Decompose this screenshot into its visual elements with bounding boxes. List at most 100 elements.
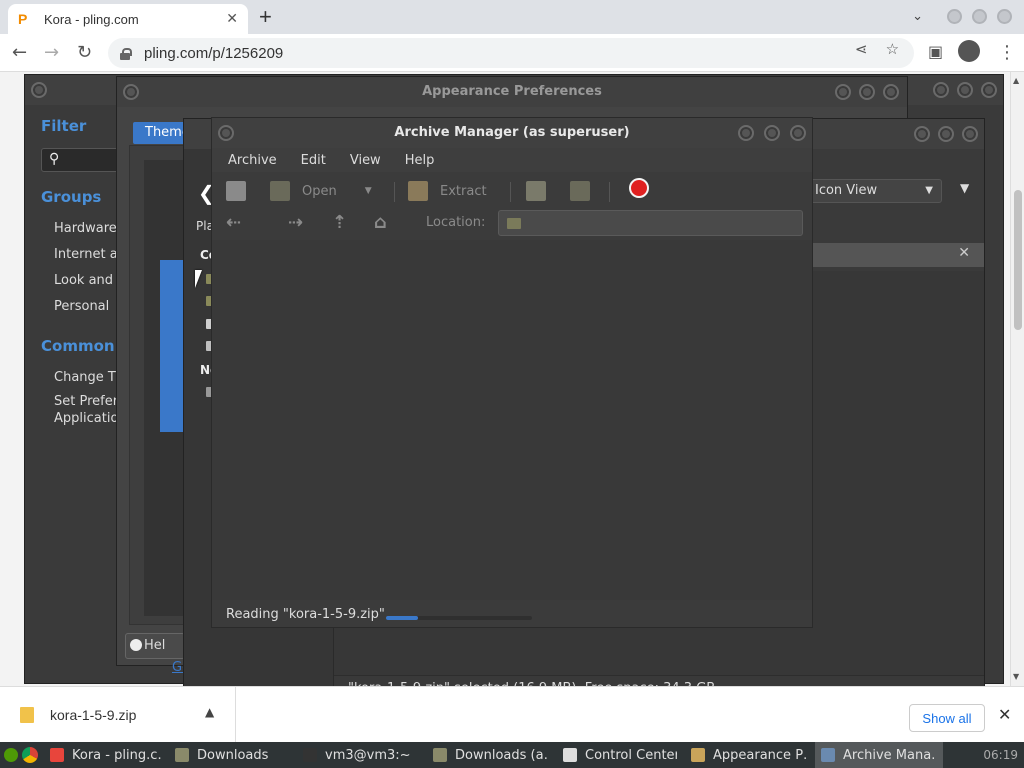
chrome-launcher-icon[interactable] xyxy=(22,747,38,763)
add-folder-icon xyxy=(570,181,590,201)
open-button[interactable]: Open ▼ xyxy=(270,180,372,202)
minimize-button[interactable] xyxy=(738,125,754,141)
back-arrow-icon[interactable]: ← xyxy=(12,42,27,63)
download-item[interactable]: kora-1-5-9.zip ▲ xyxy=(0,687,236,743)
browser-tab-strip: P Kora - pling.com ✕ + ⌄ xyxy=(0,0,1024,34)
reload-icon[interactable]: ↻ xyxy=(77,42,92,63)
progress-fill xyxy=(386,616,419,620)
view-mode-label: Icon View xyxy=(815,183,878,198)
lock-icon[interactable] xyxy=(120,47,132,60)
maximize-button[interactable] xyxy=(957,82,973,98)
taskbar-item[interactable]: Archive Mana… xyxy=(815,742,943,768)
close-button[interactable] xyxy=(883,84,899,100)
profile-icon[interactable] xyxy=(958,40,980,62)
chrome-icon xyxy=(50,748,64,762)
help-button[interactable]: Hel xyxy=(125,633,185,659)
scrollbar-thumb[interactable] xyxy=(1014,190,1022,330)
forward-icon[interactable]: ⇢ xyxy=(288,212,303,233)
taskbar-item-label: vm3@vm3:~ xyxy=(325,747,411,763)
menu-icon[interactable] xyxy=(4,748,18,762)
menu-archive[interactable]: Archive xyxy=(228,153,277,168)
reading-progress-bar xyxy=(386,616,532,620)
archive-manager-window: Archive Manager (as superuser) Archive E… xyxy=(211,117,813,628)
window-menu-button[interactable] xyxy=(123,84,139,100)
group-internet[interactable]: Internet ar xyxy=(54,247,123,262)
back-icon[interactable]: ⇠ xyxy=(226,212,241,233)
new-tab-button[interactable]: + xyxy=(259,6,272,28)
group-personal[interactable]: Personal xyxy=(54,299,109,314)
stop-icon[interactable] xyxy=(629,178,649,198)
close-window-button[interactable] xyxy=(997,9,1012,24)
menu-help[interactable]: Help xyxy=(405,153,435,168)
star-icon[interactable]: ☆ xyxy=(886,40,899,58)
browser-toolbar: ← → ↻ pling.com/p/1256209 ⋖ ☆ ▣ ⋮ xyxy=(0,34,1024,72)
search-bar[interactable]: ✕ xyxy=(812,243,984,267)
taskbar-item[interactable]: Downloads xyxy=(169,742,297,768)
window-menu-button[interactable] xyxy=(31,82,47,98)
taskbar-item[interactable]: Kora - pling.c… xyxy=(44,742,169,768)
group-hardware[interactable]: Hardware xyxy=(54,221,117,236)
terminal-icon xyxy=(303,748,317,762)
add-folder-button[interactable] xyxy=(570,180,602,202)
extract-button[interactable]: Extract xyxy=(408,180,487,202)
scroll-down-icon[interactable]: ▼ xyxy=(1013,672,1019,681)
archive-manager-title: Archive Manager (as superuser) xyxy=(394,125,630,140)
close-button[interactable] xyxy=(981,82,997,98)
taskbar-item[interactable]: Control Center xyxy=(557,742,685,768)
close-button[interactable] xyxy=(790,125,806,141)
taskbar-item-label: Appearance P… xyxy=(713,747,807,763)
address-bar[interactable]: pling.com/p/1256209 xyxy=(108,38,914,68)
menu-edit[interactable]: Edit xyxy=(301,153,326,168)
taskbar-item[interactable]: vm3@vm3:~ xyxy=(297,742,427,768)
sidepanel-icon[interactable]: ▣ xyxy=(928,42,943,61)
archive-file-list[interactable] xyxy=(212,240,812,600)
common-set-preferred[interactable]: Set Preferr xyxy=(54,394,123,409)
home-icon[interactable]: ⌂ xyxy=(374,212,387,233)
clock: 06:19 xyxy=(983,748,1018,762)
maximize-button[interactable] xyxy=(859,84,875,100)
maximize-button[interactable] xyxy=(972,9,987,24)
maximize-button[interactable] xyxy=(938,126,954,142)
tab-search-chevron-icon[interactable]: ⌄ xyxy=(912,9,923,24)
window-menu-button[interactable] xyxy=(218,125,234,141)
location-input[interactable] xyxy=(498,210,803,236)
chevron-down-icon[interactable]: ▼ xyxy=(365,186,372,196)
chevron-up-icon[interactable]: ▲ xyxy=(205,705,214,719)
filter-heading: Filter xyxy=(41,117,87,135)
kebab-menu-icon[interactable]: ⋮ xyxy=(998,42,1016,63)
menu-arrow-icon[interactable]: ▼ xyxy=(960,181,969,195)
maximize-button[interactable] xyxy=(764,125,780,141)
add-files-button[interactable] xyxy=(526,180,558,202)
new-archive-button[interactable] xyxy=(226,180,258,202)
show-all-button[interactable]: Show all xyxy=(909,704,985,732)
taskbar-item[interactable]: Appearance P… xyxy=(685,742,815,768)
forward-arrow-icon[interactable]: → xyxy=(44,42,59,63)
add-files-icon xyxy=(526,181,546,201)
scroll-up-icon[interactable]: ▲ xyxy=(1013,76,1019,85)
task-list: Kora - pling.c… Downloads vm3@vm3:~ Downloa… xyxy=(44,742,943,768)
appearance-icon xyxy=(691,748,705,762)
tab-close-icon[interactable]: ✕ xyxy=(226,11,238,27)
view-mode-select[interactable]: Icon View ▼ xyxy=(806,179,942,203)
location-bar: ⇠ ⇢ ⇡ ⌂ Location: xyxy=(212,210,812,238)
close-button[interactable] xyxy=(962,126,978,142)
minimize-button[interactable] xyxy=(914,126,930,142)
pling-favicon-icon: P xyxy=(18,11,28,27)
taskbar-item[interactable]: Downloads (a… xyxy=(427,742,557,768)
toolbar-separator xyxy=(510,182,511,202)
minimize-button[interactable] xyxy=(933,82,949,98)
close-icon[interactable]: ✕ xyxy=(958,245,970,261)
common-change-theme[interactable]: Change Th xyxy=(54,370,124,385)
menu-view[interactable]: View xyxy=(350,153,381,168)
browser-tab[interactable]: P Kora - pling.com ✕ xyxy=(8,4,248,34)
minimize-button[interactable] xyxy=(947,9,962,24)
up-icon[interactable]: ⇡ xyxy=(332,212,347,233)
close-shelf-icon[interactable]: ✕ xyxy=(998,705,1011,724)
page-scrollbar[interactable]: ▲ ▼ xyxy=(1010,72,1024,686)
minimize-button[interactable] xyxy=(835,84,851,100)
download-shelf: kora-1-5-9.zip ▲ Show all ✕ xyxy=(0,686,1024,743)
group-look-and-feel[interactable]: Look and F xyxy=(54,273,125,288)
archive-statusbar: Reading "kora-1-5-9.zip" xyxy=(212,602,812,628)
archive-menubar: Archive Edit View Help xyxy=(212,148,812,172)
share-icon[interactable]: ⋖ xyxy=(855,40,868,58)
